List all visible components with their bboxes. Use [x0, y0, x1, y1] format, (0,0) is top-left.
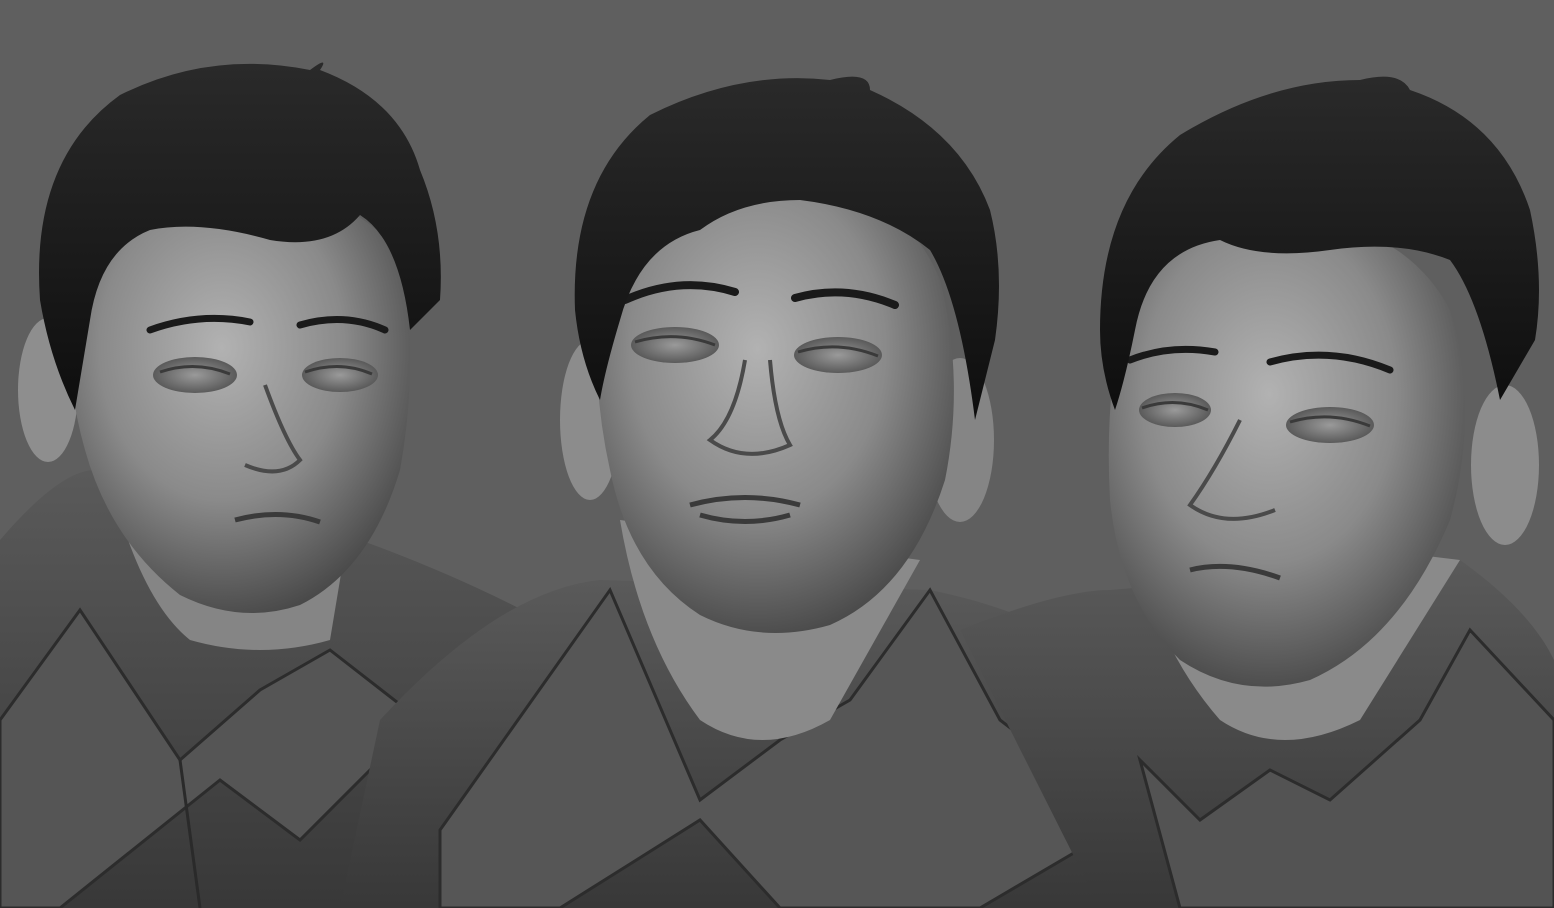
eye-right-bust-a [1139, 393, 1211, 427]
eye-right-bust-b [1286, 407, 1374, 443]
ear-right-bust [1471, 385, 1539, 545]
eye-front-bust-b [794, 337, 882, 373]
eye-front-bust-a [631, 327, 719, 363]
eye-left-bust-b [302, 358, 378, 392]
eye-left-bust-a [153, 357, 237, 393]
sculpt-render-scene [0, 0, 1554, 908]
sculpt-viewport[interactable] [0, 0, 1554, 908]
